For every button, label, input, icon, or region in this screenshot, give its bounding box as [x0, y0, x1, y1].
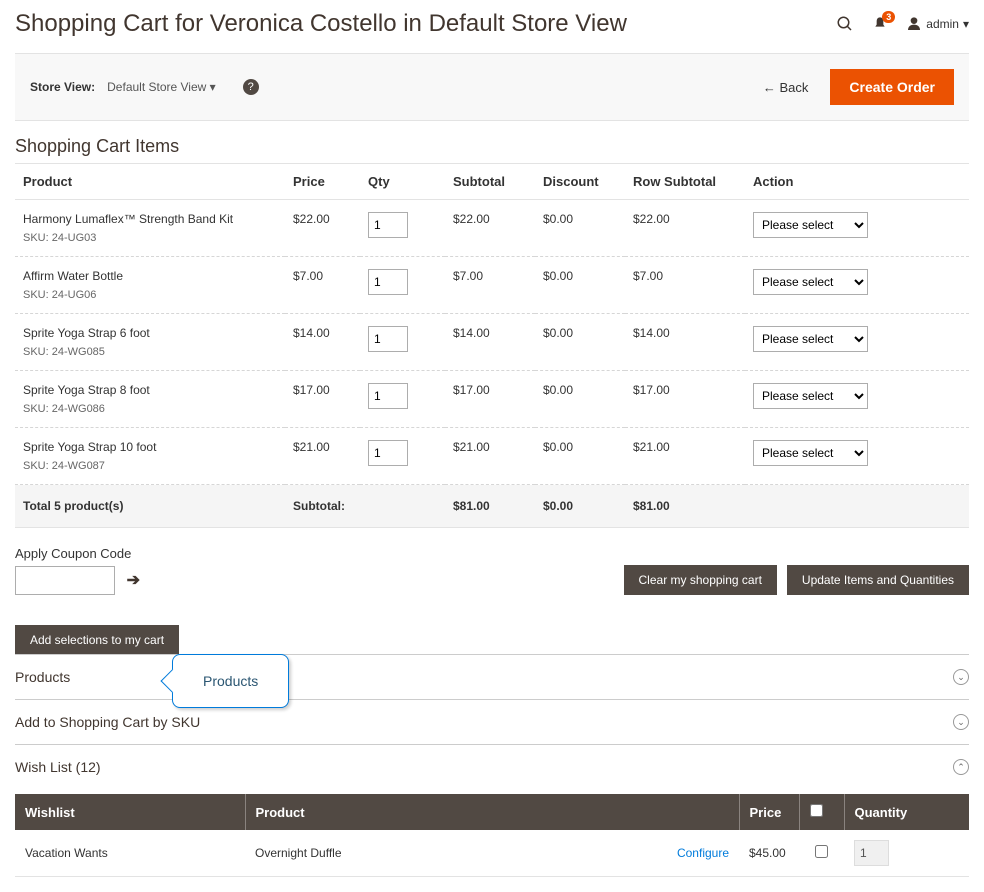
clear-cart-button[interactable]: Clear my shopping cart	[624, 565, 777, 595]
product-subtotal: $7.00	[445, 257, 535, 314]
wishlist-product-name: Overnight Duffle	[255, 846, 342, 860]
wishlist-col-select	[799, 794, 844, 830]
apply-coupon-button[interactable]: ➔	[127, 570, 140, 590]
wishlist-col-wishlist: Wishlist	[15, 794, 245, 830]
product-subtotal: $22.00	[445, 200, 535, 257]
product-subtotal: $21.00	[445, 428, 535, 485]
product-sku: SKU: 24-WG085	[23, 346, 277, 358]
back-button[interactable]: ← Back	[751, 72, 821, 103]
product-price: $7.00	[285, 257, 360, 314]
update-items-button[interactable]: Update Items and Quantities	[787, 565, 969, 595]
action-select[interactable]: Please select	[753, 326, 868, 352]
wishlist-price: $45.00	[739, 830, 799, 877]
chevron-down-icon: ⌄	[953, 669, 969, 685]
accordion-products[interactable]: Products ⌄ Products	[15, 654, 969, 700]
add-selections-button[interactable]: Add selections to my cart	[15, 625, 179, 655]
product-rowsubtotal: $17.00	[625, 371, 745, 428]
product-discount: $0.00	[535, 200, 625, 257]
product-rowsubtotal: $14.00	[625, 314, 745, 371]
col-header-action: Action	[745, 164, 969, 200]
col-header-qty: Qty	[360, 164, 445, 200]
action-select[interactable]: Please select	[753, 269, 868, 295]
cart-row: Affirm Water Bottle SKU: 24-UG06 $7.00 $7…	[15, 257, 969, 314]
search-icon[interactable]	[836, 15, 854, 33]
wishlist-col-quantity: Quantity	[844, 794, 969, 830]
wishlist-col-price: Price	[739, 794, 799, 830]
section-title-cart-items: Shopping Cart Items	[15, 136, 969, 157]
notifications-icon[interactable]: 3	[872, 16, 888, 32]
product-discount: $0.00	[535, 371, 625, 428]
product-subtotal: $14.00	[445, 314, 535, 371]
store-view-label: Store View:	[30, 80, 95, 94]
qty-input[interactable]	[368, 326, 408, 352]
coupon-label: Apply Coupon Code	[15, 546, 140, 561]
wishlist-name: Vacation Wants	[15, 830, 245, 877]
accordion-wishlist[interactable]: Wish List (12) ⌃	[15, 745, 969, 789]
chevron-down-icon: ⌄	[953, 714, 969, 730]
wishlist-col-product: Product	[245, 794, 739, 830]
product-sku: SKU: 24-WG087	[23, 460, 277, 472]
product-name: Sprite Yoga Strap 8 foot	[23, 383, 277, 397]
configure-link[interactable]: Configure	[677, 846, 729, 860]
chevron-up-icon: ⌃	[953, 759, 969, 775]
cart-row: Sprite Yoga Strap 10 foot SKU: 24-WG087 $…	[15, 428, 969, 485]
product-sku: SKU: 24-UG03	[23, 232, 277, 244]
totals-subtotal: $81.00	[445, 485, 535, 528]
action-select[interactable]: Please select	[753, 212, 868, 238]
qty-input[interactable]	[368, 269, 408, 295]
product-name: Harmony Lumaflex™ Strength Band Kit	[23, 212, 277, 226]
totals-label: Total 5 product(s)	[15, 485, 285, 528]
product-price: $22.00	[285, 200, 360, 257]
wishlist-select-all-checkbox[interactable]	[810, 804, 823, 817]
notification-badge: 3	[882, 11, 895, 23]
wishlist-row-checkbox[interactable]	[815, 845, 828, 858]
product-subtotal: $17.00	[445, 371, 535, 428]
product-name: Affirm Water Bottle	[23, 269, 277, 283]
chevron-down-icon: ▾	[963, 17, 969, 31]
admin-user-menu[interactable]: admin ▾	[906, 16, 969, 32]
action-select[interactable]: Please select	[753, 440, 868, 466]
product-price: $17.00	[285, 371, 360, 428]
product-name: Sprite Yoga Strap 6 foot	[23, 326, 277, 340]
col-header-price: Price	[285, 164, 360, 200]
product-rowsubtotal: $7.00	[625, 257, 745, 314]
product-name: Sprite Yoga Strap 10 foot	[23, 440, 277, 454]
action-select[interactable]: Please select	[753, 383, 868, 409]
accordion-add-by-sku[interactable]: Add to Shopping Cart by SKU ⌄	[15, 700, 969, 745]
col-header-product: Product	[15, 164, 285, 200]
totals-discount: $0.00	[535, 485, 625, 528]
qty-input[interactable]	[368, 440, 408, 466]
cart-items-table: Product Price Qty Subtotal Discount Row …	[15, 163, 969, 528]
product-sku: SKU: 24-WG086	[23, 403, 277, 415]
help-icon[interactable]: ?	[243, 79, 259, 95]
cart-row: Harmony Lumaflex™ Strength Band Kit SKU: …	[15, 200, 969, 257]
qty-input[interactable]	[368, 383, 408, 409]
product-price: $21.00	[285, 428, 360, 485]
page-title: Shopping Cart for Veronica Costello in D…	[15, 10, 627, 38]
col-header-subtotal: Subtotal	[445, 164, 535, 200]
wishlist-qty-input[interactable]	[854, 840, 889, 866]
product-discount: $0.00	[535, 428, 625, 485]
wishlist-table: Wishlist Product Price Quantity Vacation…	[15, 794, 969, 877]
admin-username: admin	[926, 17, 959, 31]
product-sku: SKU: 24-UG06	[23, 289, 277, 301]
create-order-button[interactable]: Create Order	[830, 69, 954, 105]
wishlist-row: Vacation Wants Overnight Duffle Configur…	[15, 830, 969, 877]
cart-row: Sprite Yoga Strap 6 foot SKU: 24-WG085 $1…	[15, 314, 969, 371]
product-rowsubtotal: $22.00	[625, 200, 745, 257]
product-rowsubtotal: $21.00	[625, 428, 745, 485]
totals-rowsubtotal: $81.00	[625, 485, 745, 528]
totals-subtotal-label: Subtotal:	[285, 485, 360, 528]
coupon-input[interactable]	[15, 566, 115, 595]
qty-input[interactable]	[368, 212, 408, 238]
tooltip-products: Products	[172, 654, 289, 708]
store-view-select[interactable]: Default Store View ▾	[107, 80, 216, 94]
col-header-rowsubtotal: Row Subtotal	[625, 164, 745, 200]
product-discount: $0.00	[535, 314, 625, 371]
cart-row: Sprite Yoga Strap 8 foot SKU: 24-WG086 $1…	[15, 371, 969, 428]
col-header-discount: Discount	[535, 164, 625, 200]
product-discount: $0.00	[535, 257, 625, 314]
product-price: $14.00	[285, 314, 360, 371]
